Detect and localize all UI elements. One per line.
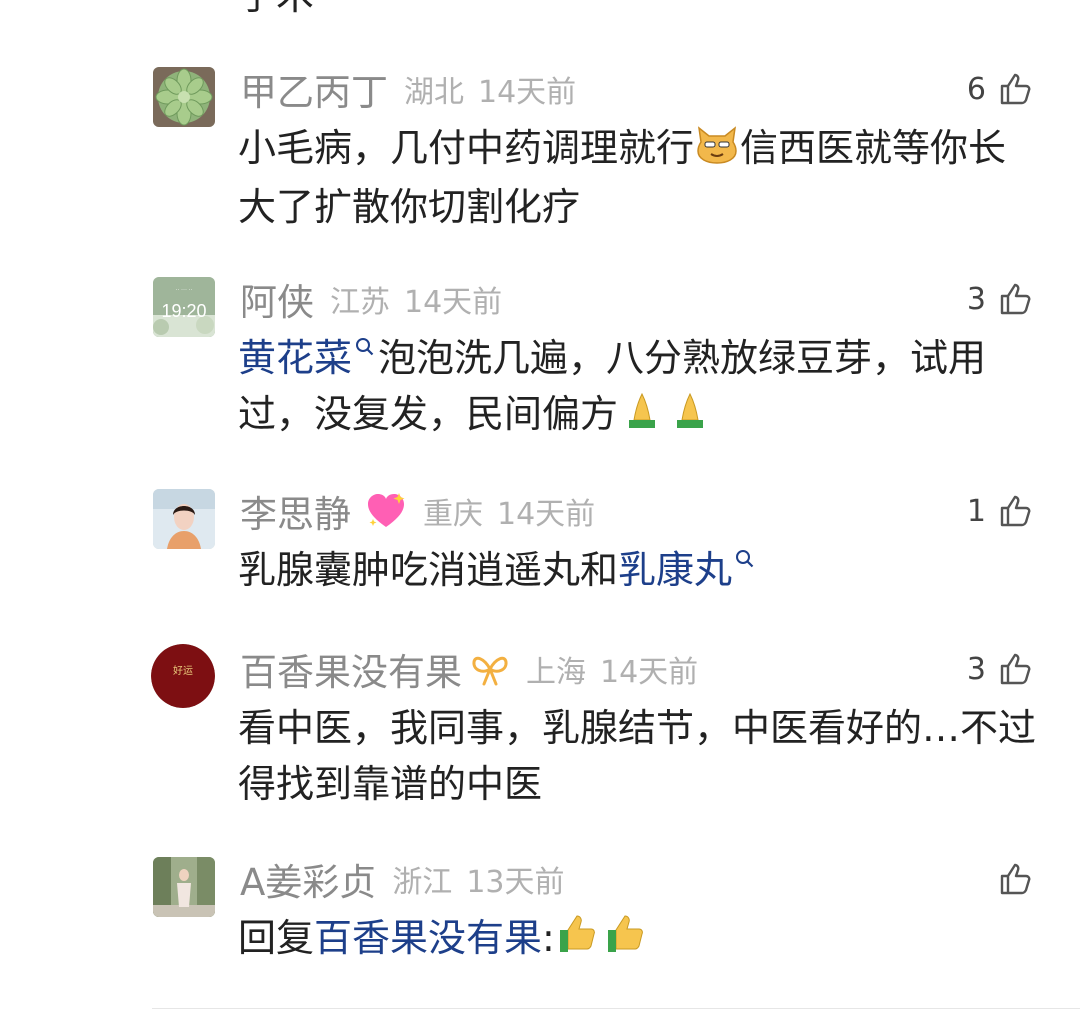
avatar[interactable]: 好运 [151, 644, 215, 708]
svg-text:·· ··· ··: ·· ··· ·· [175, 287, 192, 293]
like-button[interactable]: 3 [967, 276, 1034, 322]
like-count: 1 [966, 493, 986, 529]
comment-text: 回复百香果没有果: [238, 910, 1038, 969]
thumbs-up-icon [1000, 863, 1031, 895]
location: 湖北 [404, 75, 464, 110]
thumbs-up-icon [1000, 653, 1031, 685]
ribbon-icon [470, 652, 510, 686]
timestamp: 14天前 [478, 75, 577, 110]
like-button[interactable] [986, 856, 1034, 902]
avatar[interactable] [153, 67, 215, 127]
like-button[interactable]: 6 [967, 66, 1034, 112]
timestamp: 14天前 [404, 285, 503, 320]
user-name[interactable]: A姜彩贞 [240, 852, 376, 906]
thumbs-up-emoji-icon [604, 912, 650, 969]
pray-emoji-icon [667, 389, 713, 445]
location: 上海 [526, 655, 586, 690]
location: 重庆 [423, 497, 483, 532]
like-count: 3 [966, 651, 986, 687]
svg-text:好运: 好运 [173, 665, 193, 677]
divider [152, 1008, 1080, 1009]
thumbs-up-icon [1000, 73, 1031, 105]
comment-text: 看中医，我同事，乳腺结节，中医看好的…不过得找到靠谱的中医 [238, 706, 1037, 806]
search-icon[interactable] [354, 336, 376, 358]
thumbs-up-icon [1000, 495, 1031, 527]
thumbs-up-emoji-icon [556, 912, 602, 969]
like-button[interactable]: 3 [967, 646, 1034, 692]
user-name[interactable]: 甲乙丙丁 [240, 62, 388, 116]
avatar[interactable] [153, 857, 215, 917]
thumbs-up-icon [1000, 283, 1031, 315]
user-name[interactable]: 阿侠 [240, 272, 314, 326]
search-icon[interactable] [734, 548, 756, 570]
previous-comment-tail: 手术 [238, 0, 314, 20]
timestamp: 14天前 [600, 655, 699, 690]
location: 浙江 [392, 865, 453, 900]
timestamp: 14天前 [497, 497, 596, 532]
cat-emoji-icon [695, 123, 739, 179]
reply-mention[interactable]: 百香果没有果 [314, 916, 542, 960]
sparkling-heart-icon [365, 491, 407, 531]
svg-text:19:20: 19:20 [161, 301, 206, 321]
user-name[interactable]: 百香果没有果 [240, 642, 462, 696]
pray-emoji-icon [619, 389, 665, 445]
like-count: 6 [966, 71, 986, 107]
keyword-link[interactable]: 黄花菜 [238, 336, 352, 380]
avatar[interactable]: ·· ··· ·· 19:20 [153, 277, 215, 337]
like-count: 3 [966, 281, 986, 317]
like-button[interactable]: 1 [967, 488, 1034, 534]
keyword-link[interactable]: 乳康丸 [618, 548, 732, 592]
comment-text: 小毛病，几付中药调理就行 信西医就等你长大了扩散你切割化疗 [238, 120, 1038, 235]
avatar[interactable] [153, 489, 215, 549]
timestamp: 13天前 [466, 865, 565, 900]
comment-text: 黄花菜 泡泡洗几遍，八分熟放绿豆芽，试用过，没复发，民间偏方 [238, 330, 1038, 445]
location: 江苏 [330, 285, 390, 320]
user-name[interactable]: 李思静 [240, 484, 351, 538]
comment-text: 乳腺囊肿吃消逍遥丸和乳康丸 [238, 542, 1038, 598]
